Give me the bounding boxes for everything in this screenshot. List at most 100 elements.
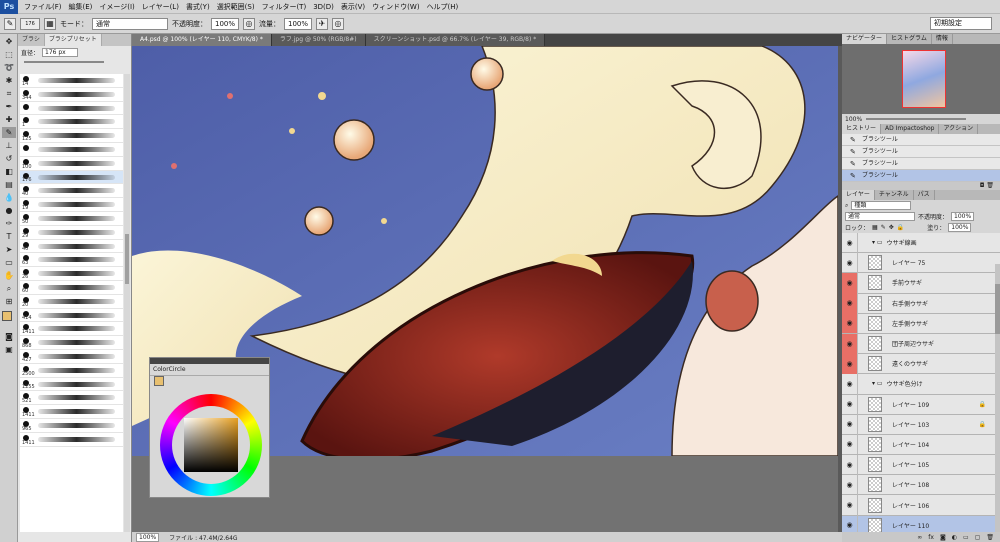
folder-icon[interactable]: ▾ ▭ xyxy=(872,239,883,246)
visibility-eye-icon[interactable]: ◉ xyxy=(842,313,858,334)
brush-preset-item[interactable]: 19 xyxy=(20,198,123,212)
brush-preset-item[interactable]: 60 xyxy=(20,281,123,295)
tab-navigator[interactable]: ナビゲーター xyxy=(842,34,888,44)
tab-history[interactable]: ヒストリー xyxy=(842,124,882,134)
scrollbar-thumb[interactable] xyxy=(995,284,1000,334)
layer-row[interactable]: ◉ 遠くのウサギ xyxy=(842,353,1000,375)
layer-row[interactable]: ◉ レイヤー 103 🔒 xyxy=(842,414,1000,435)
lock-all-icon[interactable]: 🔒 xyxy=(897,224,904,231)
brush-preset-item[interactable]: 965 xyxy=(20,419,123,433)
brush-preset-item[interactable] xyxy=(20,143,123,157)
tab-paths[interactable]: パス xyxy=(914,190,935,200)
visibility-eye-icon[interactable]: ◉ xyxy=(842,394,858,415)
visibility-eye-icon[interactable]: ◉ xyxy=(842,272,858,293)
gradient-icon[interactable]: ▤ xyxy=(2,179,16,190)
airbrush-icon[interactable]: ✈ xyxy=(316,17,329,30)
brush-preset-item[interactable]: 1255 xyxy=(20,378,123,392)
visibility-eye-icon[interactable]: ◉ xyxy=(842,414,858,435)
layer-group-row[interactable]: ◉ ▾ ▭ ウサギ線画 xyxy=(842,232,1000,254)
layer-row[interactable]: ◉ 右手側ウサギ xyxy=(842,293,1000,314)
history-item[interactable]: ✎ ブラシツール xyxy=(842,170,1000,182)
tab-document-a4[interactable]: A4.psd @ 100% (レイヤー 110, CMYK/8) * xyxy=(132,34,272,46)
layer-row[interactable]: ◉ レイヤー 75 xyxy=(842,252,1000,274)
brush-preset-item[interactable]: 1 xyxy=(20,115,123,130)
layer-row[interactable]: ◉ レイヤー 109 🔒 xyxy=(842,394,1000,415)
flow-input[interactable]: 100% xyxy=(284,17,313,30)
menu-file[interactable]: ファイル(F) xyxy=(24,2,62,12)
brush-preset-item[interactable]: 1411 xyxy=(20,405,123,419)
navigator-zoom-slider[interactable] xyxy=(866,118,967,120)
brush-preset-item[interactable]: 414 xyxy=(20,309,123,323)
shape-tool-icon[interactable]: ▭ xyxy=(2,257,16,268)
tab-info[interactable]: 情報 xyxy=(932,34,953,44)
trash-icon[interactable]: 🗑 xyxy=(986,182,994,189)
colorcircle-fg-swatch[interactable] xyxy=(154,376,164,386)
brush-preset-item[interactable]: 176 xyxy=(20,170,123,185)
layer-group-row[interactable]: ◉ ▾ ▭ ウサギ色分け xyxy=(842,373,1000,395)
brush-preset-item[interactable]: 40 xyxy=(20,184,123,199)
pen-tool-icon[interactable]: ✑ xyxy=(2,218,16,229)
quick-select-icon[interactable]: ✱ xyxy=(2,75,16,86)
hand-tool-icon[interactable]: ✋ xyxy=(2,270,16,281)
brush-preset-item[interactable]: 868 xyxy=(20,336,123,350)
menu-window[interactable]: ウィンドウ(W) xyxy=(372,2,419,12)
opacity-input[interactable]: 100% xyxy=(211,17,240,30)
saturation-value-square[interactable] xyxy=(184,418,238,472)
brush-preset-item[interactable]: 63 xyxy=(20,253,123,268)
layer-opacity-input[interactable]: 100% xyxy=(951,212,975,221)
menu-view[interactable]: 表示(V) xyxy=(341,2,365,12)
menu-select[interactable]: 選択範囲(S) xyxy=(217,2,255,12)
brush-preset-item[interactable]: 14 xyxy=(20,74,123,88)
link-icon[interactable]: ∞ xyxy=(917,534,922,541)
visibility-eye-icon[interactable]: ◉ xyxy=(842,252,858,273)
default-colors-icon[interactable]: ⊞ xyxy=(2,296,16,307)
tab-layers[interactable]: レイヤー xyxy=(842,190,875,200)
menu-image[interactable]: イメージ(I) xyxy=(99,2,134,12)
visibility-eye-icon[interactable]: ◉ xyxy=(842,474,858,495)
navigator-preview[interactable] xyxy=(842,44,1000,114)
brush-preset-item[interactable]: 20 xyxy=(20,295,123,309)
trash-icon[interactable]: 🗑 xyxy=(986,534,994,541)
layer-row[interactable]: ◉ レイヤー 104 xyxy=(842,434,1000,456)
brush-preset-item[interactable]: 40 xyxy=(20,240,123,254)
crop-tool-icon[interactable]: ⌗ xyxy=(2,88,16,99)
zoom-level-input[interactable]: 100% xyxy=(136,532,160,542)
layer-row[interactable]: ◉ 手前ウサギ xyxy=(842,272,1000,294)
lasso-tool-icon[interactable]: ➰ xyxy=(2,62,16,73)
visibility-eye-icon[interactable]: ◉ xyxy=(842,353,858,374)
blur-tool-icon[interactable]: 💧 xyxy=(2,192,16,203)
menu-layer[interactable]: レイヤー(L) xyxy=(142,2,179,12)
layer-row[interactable]: ◉ 団子周辺ウサギ xyxy=(842,333,1000,355)
brush-preset-item[interactable] xyxy=(20,102,123,116)
brush-preset-item[interactable]: 521 xyxy=(20,391,123,406)
visibility-eye-icon[interactable]: ◉ xyxy=(842,454,858,475)
fill-input[interactable]: 100% xyxy=(948,223,972,232)
menu-edit[interactable]: 編集(E) xyxy=(69,2,93,12)
menu-help[interactable]: ヘルプ(H) xyxy=(427,2,459,12)
history-item[interactable]: ✎ ブラシツール xyxy=(842,158,1000,170)
history-item[interactable]: ✎ ブラシツール xyxy=(842,134,1000,146)
type-tool-icon[interactable]: T xyxy=(2,231,16,242)
brush-preset-item[interactable]: 50 xyxy=(20,212,123,226)
brush-preset-item[interactable]: 1411 xyxy=(20,322,123,337)
folder-icon[interactable]: ▭ xyxy=(963,534,969,541)
marquee-tool-icon[interactable]: ⬚ xyxy=(2,49,16,60)
brush-preset-item[interactable]: 344 xyxy=(20,88,123,102)
color-swatches[interactable] xyxy=(0,309,18,329)
mask-icon[interactable]: ◙ xyxy=(940,534,946,541)
screen-mode-icon[interactable]: ▣ xyxy=(2,344,16,355)
tab-histogram[interactable]: ヒストグラム xyxy=(887,34,932,44)
visibility-eye-icon[interactable]: ◉ xyxy=(842,333,858,354)
lock-position-icon[interactable]: ✥ xyxy=(889,224,894,231)
layer-row[interactable]: ◉ 左手側ウサギ xyxy=(842,313,1000,334)
brush-preset-item[interactable]: 26 xyxy=(20,267,123,281)
folder-icon[interactable]: ▾ ▭ xyxy=(872,380,883,387)
brush-preset-item[interactable]: 100 xyxy=(20,157,123,171)
hue-ring[interactable] xyxy=(160,394,262,496)
layer-row[interactable]: ◉ レイヤー 105 xyxy=(842,454,1000,476)
blend-mode-select[interactable]: 通常 xyxy=(845,212,915,221)
zoom-tool-icon[interactable]: ⌕ xyxy=(2,283,16,294)
brush-tool-icon[interactable]: ✎ xyxy=(2,127,16,138)
visibility-eye-icon[interactable]: ◉ xyxy=(842,495,858,516)
brush-preset-picker[interactable]: 176 xyxy=(20,17,40,30)
